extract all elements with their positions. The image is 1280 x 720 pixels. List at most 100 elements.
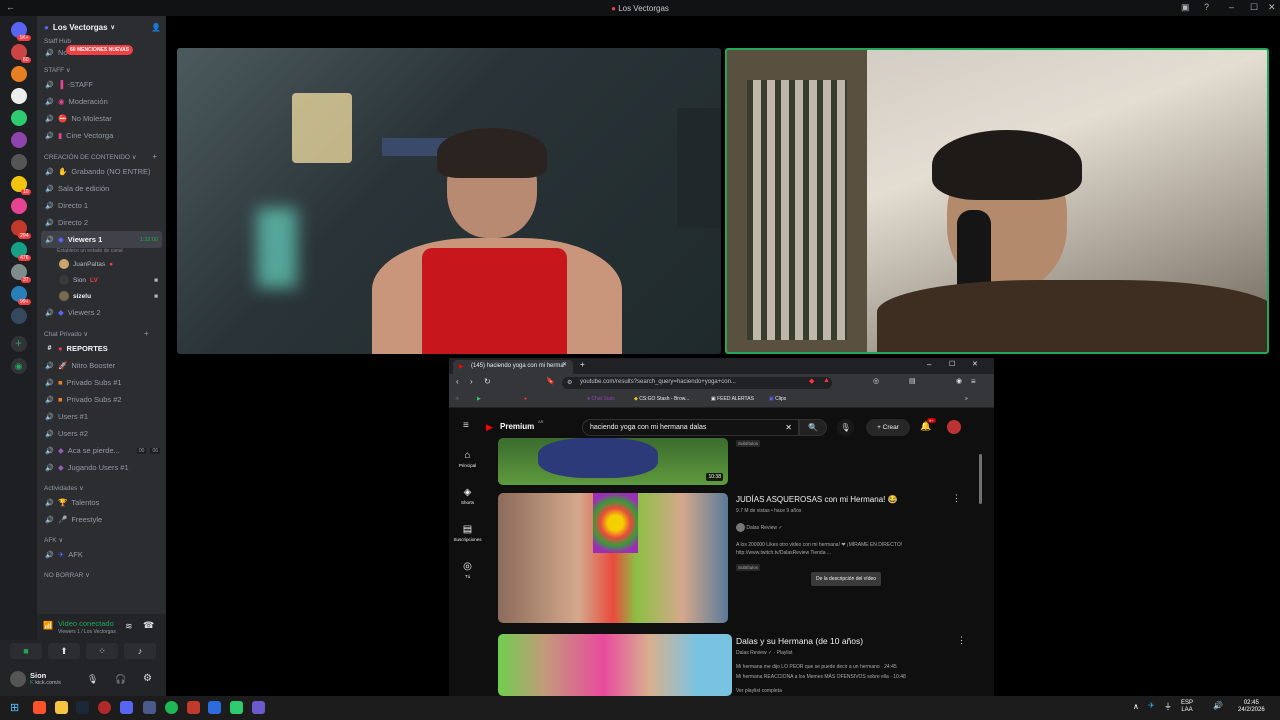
channel-directo-2[interactable]: 🔊 Directo 2 <box>37 214 166 231</box>
account-avatar[interactable] <box>947 420 961 434</box>
language-indicator[interactable]: ESP LAA <box>1181 700 1193 714</box>
channel-freestyle[interactable]: 🔊 🎤 Freestyle <box>37 511 166 528</box>
inbox-icon[interactable]: ▣ <box>1181 2 1190 13</box>
more-bookmarks-icon[interactable]: » <box>965 396 968 402</box>
file-explorer-icon[interactable] <box>55 701 68 714</box>
windows-start-icon[interactable]: ⊞ <box>10 701 19 714</box>
browser-tab[interactable]: ▶ (145) haciendo yoga con mi herma <box>453 360 573 374</box>
channel-reportes[interactable]: # ● REPORTES <box>37 340 166 357</box>
playlist-item[interactable]: Mi hermana REACCIONA a los Memes MÁS OFE… <box>736 674 906 680</box>
voice-member[interactable]: Sion LV ■ <box>37 272 166 288</box>
category-afk[interactable]: AFK ∨ <box>37 528 166 546</box>
close-button[interactable]: ✕ <box>972 360 978 368</box>
add-member-icon[interactable]: 👤 <box>151 23 161 32</box>
channel-afk[interactable]: 🔊 ✈ AFK <box>37 546 166 563</box>
close-tab-icon[interactable]: ✕ <box>562 361 567 368</box>
usb-icon[interactable]: ⏚ <box>1164 701 1172 712</box>
back-icon[interactable]: ‹ <box>456 377 459 386</box>
minimize-button[interactable]: – <box>927 360 931 369</box>
server-icon[interactable]: 99+ <box>10 286 31 305</box>
guild-header[interactable]: ● Los Vectorgas ∨ 👤 <box>37 16 166 38</box>
microphone-icon[interactable]: 🎙 <box>87 674 98 685</box>
channel-row[interactable]: Dalas Review ✓ <box>736 523 783 532</box>
server-icon[interactable] <box>10 66 27 82</box>
app-icon[interactable] <box>187 701 200 714</box>
profile-icon[interactable]: ◉ <box>956 377 962 385</box>
playlist-thumbnail[interactable] <box>498 634 732 696</box>
search-input[interactable]: haciendo yoga con mi hermana dalas ✕ <box>582 419 799 436</box>
category-actividades[interactable]: Actividades ∨ <box>37 476 166 494</box>
discord-icon[interactable] <box>120 701 133 714</box>
channel-cine[interactable]: 🔊 ▮ Cine Vectorga <box>37 127 166 144</box>
activities-button[interactable]: ⁘ <box>86 643 118 659</box>
video-tile-1[interactable] <box>177 48 721 354</box>
guide-suscripciones[interactable]: ▤ Suscripciones <box>449 520 486 557</box>
volume-icon[interactable]: 🔊 <box>1213 701 1223 710</box>
soundboard-button[interactable]: ♪ <box>124 643 156 659</box>
add-channel-icon[interactable]: + <box>152 152 157 161</box>
channel-sala-edicion[interactable]: 🔊 Sala de edición <box>37 180 166 197</box>
channel-talentos[interactable]: 🔊 🏆 Talentos <box>37 494 166 511</box>
address-bar[interactable]: ⚙ youtube.com/results?search_query=hacien… <box>562 377 832 389</box>
bookmark-icon[interactable]: ● <box>524 396 527 402</box>
channel-privado-1[interactable]: 🔊 ■ Privado Subs #1 <box>37 374 166 391</box>
server-icon[interactable] <box>10 132 27 148</box>
server-icon[interactable]: 37 <box>10 264 31 283</box>
chevron-up-icon[interactable]: ∧ <box>1133 702 1139 711</box>
brave-icon[interactable] <box>33 701 46 714</box>
add-channel-icon[interactable]: + <box>144 329 149 338</box>
app-icon[interactable] <box>252 701 265 714</box>
view-playlist-link[interactable]: Ver playlist completa <box>736 688 782 694</box>
clear-search-icon[interactable]: ✕ <box>785 423 792 432</box>
category-chat-privado[interactable]: Chat Privado ∨ + <box>37 321 166 340</box>
bookmark-icon[interactable]: 🔖 <box>546 377 555 385</box>
direct-messages-icon[interactable]: 1K+ <box>10 22 31 41</box>
channel-nitro[interactable]: 🔊 🚀 Nitro Booster <box>37 357 166 374</box>
close-button[interactable]: ✕ <box>1268 2 1276 13</box>
server-icon[interactable] <box>10 308 27 324</box>
settings-gear-icon[interactable]: ⚙ <box>143 673 152 684</box>
disconnect-icon[interactable]: ☎ <box>143 620 154 631</box>
channel-status[interactable]: Establece un estado de canal <box>37 248 166 256</box>
channel-jugando[interactable]: 🔊 ◆ Jugando Users #1 <box>37 459 166 476</box>
channel-users-2[interactable]: 🔊 Users #2 <box>37 425 166 442</box>
server-icon[interactable] <box>10 154 27 170</box>
video-title[interactable]: JUDÍAS ASQUEROSAS con mi Hermana! 😂 <box>736 495 898 504</box>
bookmark-chat-stats[interactable]: ● Chat Stats <box>587 396 615 402</box>
playlist-item[interactable]: Mi hermana me dijo LO PEOR que se puede … <box>736 664 897 670</box>
channel-viewers-2[interactable]: 🔊 ◆ Viewers 2 <box>37 304 166 321</box>
scrollbar[interactable] <box>979 454 982 504</box>
server-icon[interactable] <box>10 88 27 104</box>
category-staff[interactable]: STAFF ∨ <box>37 58 166 76</box>
more-options-icon[interactable]: ⋮ <box>952 493 961 504</box>
channel-users-1[interactable]: 🔊 Users #1 <box>37 408 166 425</box>
video-thumbnail[interactable] <box>498 493 728 623</box>
avatar[interactable] <box>10 671 26 687</box>
channel-viewers-1[interactable]: 🔊 ◆ Viewers 1 1:32:00 <box>41 231 162 248</box>
noise-suppression-icon[interactable]: ≋ <box>125 621 133 632</box>
extension-icon[interactable]: ◎ <box>873 377 879 385</box>
minimize-button[interactable]: – <box>1229 2 1234 12</box>
sidebar-icon[interactable]: ▤ <box>909 377 916 385</box>
channel-moderacion[interactable]: 🔊 ◉ Moderación <box>37 93 166 110</box>
voice-search-icon[interactable]: 🎙 <box>837 419 854 436</box>
extension-icon[interactable]: ◆ <box>809 377 814 385</box>
video-thumbnail[interactable]: 10:38 <box>498 438 728 485</box>
screen-share-button[interactable]: ⬆ <box>48 643 80 659</box>
create-button[interactable]: + Crear <box>866 419 910 436</box>
voice-member[interactable]: sizelu ■ <box>37 288 166 304</box>
steam-icon[interactable] <box>76 701 89 714</box>
app-icon[interactable] <box>143 701 156 714</box>
bookmark-icon[interactable]: ▶ <box>477 396 481 402</box>
video-tile-2[interactable] <box>725 48 1269 354</box>
search-button[interactable]: 🔍 <box>799 419 827 436</box>
channel-staff[interactable]: 🔊 ▐ -STAFF <box>37 76 166 93</box>
server-icon[interactable] <box>10 198 27 214</box>
site-info-icon[interactable]: ⚙ <box>567 379 572 386</box>
app-icon[interactable] <box>230 701 243 714</box>
menu-icon[interactable]: ≡ <box>971 377 976 386</box>
voice-member[interactable]: JuanPaltas ● <box>37 256 166 272</box>
headphones-icon[interactable]: 🎧 <box>115 674 126 685</box>
playlist-channel-row[interactable]: Dalas Review ✓ · Playlist <box>736 650 792 656</box>
new-mentions-badge[interactable]: 60 MENCIONES NUEVAS <box>66 45 134 55</box>
